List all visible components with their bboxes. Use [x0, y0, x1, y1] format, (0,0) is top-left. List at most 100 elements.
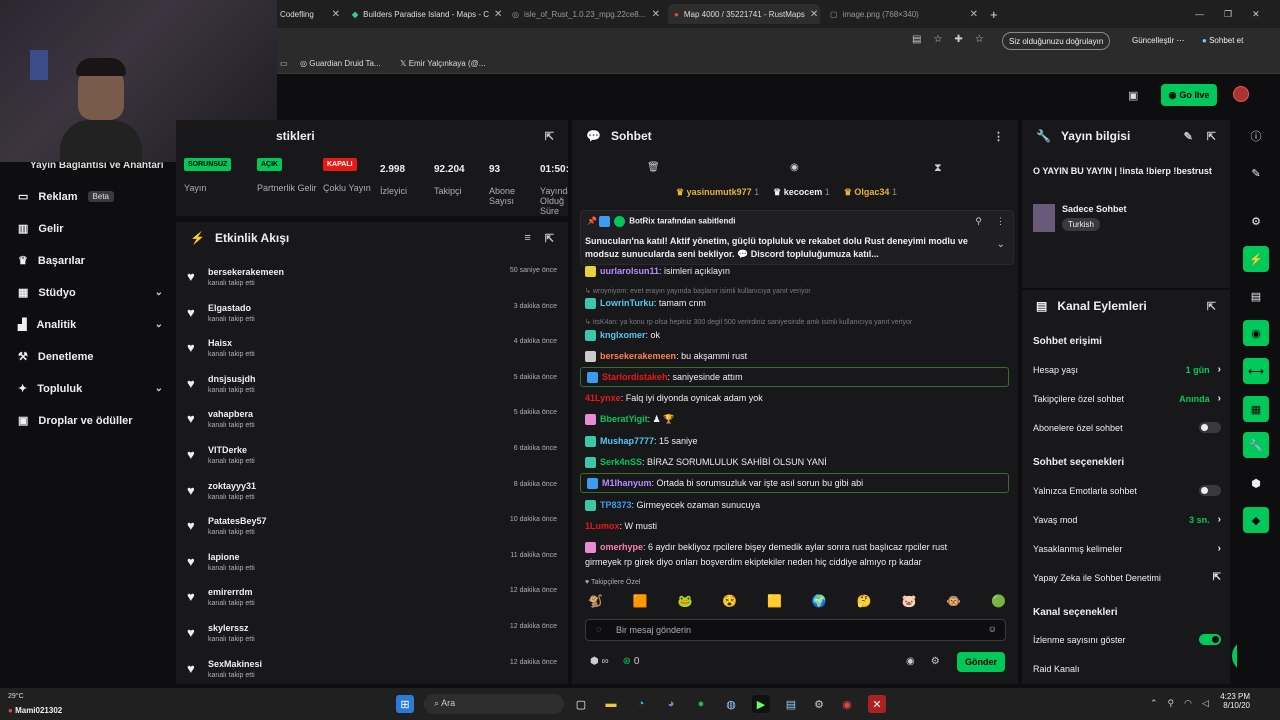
sidebar-item-ads[interactable]: ▭ Reklam Beta	[18, 190, 163, 203]
sidebar-item-achievements[interactable]: ♛ Başarılar	[18, 254, 163, 268]
taskbar-search[interactable]: ⌕ Ara	[424, 694, 564, 714]
setting-row[interactable]: İzlenme sayısını göster	[1033, 634, 1221, 645]
chat-message[interactable]: uurlarolsun11: isimleri açıklayın	[585, 264, 1010, 278]
setting-row[interactable]: Yasaklanmış kelimeler ›	[1033, 543, 1221, 554]
toggle-switch[interactable]	[1199, 485, 1221, 496]
hourglass-icon[interactable]: ⧗	[934, 162, 942, 175]
bookmark-item[interactable]: ◎ Guardian Druid Ta...	[300, 59, 381, 68]
obs-icon[interactable]: ◉	[838, 695, 856, 713]
chat-username[interactable]: BberatYigit	[600, 414, 648, 424]
chat-input[interactable]: ◌ Bir mesaj gönderin ☺	[585, 619, 1006, 641]
activity-item[interactable]: ♥ VITDerke kanalı takip etti 6 dakika önce	[187, 445, 559, 479]
sidebar-item-studio[interactable]: ▦ Stüdyo ⌄	[18, 286, 163, 300]
document-icon[interactable]: ▤	[1243, 283, 1269, 309]
sidebar-item-moderation[interactable]: ⚒ Denetleme	[18, 350, 163, 364]
star-icon[interactable]: ☆	[933, 34, 942, 45]
go-live-button[interactable]: ◉ Go live	[1161, 84, 1217, 106]
emote-icon[interactable]: 😵	[722, 594, 737, 608]
lightning-icon[interactable]: ⚡	[1243, 246, 1269, 272]
emote-icon[interactable]: 🟢	[991, 594, 1006, 608]
browser-tab[interactable]: ▢ image.png (768×340) ✕	[830, 4, 978, 24]
notepad-icon[interactable]: ▤	[782, 695, 800, 713]
wifi-icon[interactable]: ◠	[1184, 698, 1192, 709]
wrench-icon[interactable]: 🔧	[1243, 432, 1269, 458]
raid-icon[interactable]: ⟷	[1243, 358, 1269, 384]
channel-points[interactable]: ⊛ 0	[623, 656, 640, 667]
leader-entry[interactable]: ♛ yasinumutk977 1	[676, 187, 759, 198]
setting-row[interactable]: Hesap yaşı 1 gün ›	[1033, 364, 1221, 375]
reader-icon[interactable]: ▤	[912, 34, 921, 45]
extension-icon[interactable]: ✚	[954, 34, 962, 45]
leader-entry[interactable]: ♛ kecocem 1	[773, 187, 830, 198]
chat-username[interactable]: knglxomer	[600, 330, 646, 340]
favorites-icon[interactable]: ☆	[975, 34, 984, 45]
volume-icon[interactable]: ◁	[1202, 698, 1209, 709]
setting-row[interactable]: Takipçilere özel sohbet Anında ›	[1033, 393, 1221, 404]
sidebar-item-community[interactable]: ✦ Topluluk ⌄	[18, 382, 163, 396]
activity-item[interactable]: ♥ zoktayyy31 kanalı takip etti 8 dakika önc…	[187, 481, 559, 515]
diamond-icon[interactable]: ◆	[1243, 507, 1269, 533]
browser-tab[interactable]: ◆ Builders Paradise Island - Maps - C ✕	[352, 4, 502, 24]
more-icon[interactable]: ⋮	[996, 216, 1005, 227]
chat-message[interactable]: omerhype: 6 aydır bekliyoz rpcilere bişe…	[585, 540, 1010, 554]
activity-item[interactable]: ♥ Haisx kanalı takip etti 4 dakika önce	[187, 338, 559, 372]
toggle-switch[interactable]	[1199, 634, 1221, 645]
edit-icon[interactable]: ✎	[1184, 130, 1193, 143]
popout-icon[interactable]: ⇱	[1207, 300, 1216, 313]
chat-username[interactable]: 1Lumox	[585, 521, 620, 531]
sidebar-item-drops[interactable]: ▣ Droplar ve ödüller	[18, 414, 163, 428]
chat-message[interactable]: Mushap7777: 15 saniye	[585, 434, 1010, 448]
sidebar-item-analytics[interactable]: ▟ Analitik ⌄	[18, 318, 163, 332]
chat-username[interactable]: Serk4nSS	[600, 457, 642, 467]
verify-pill[interactable]: Siz olduğunuzu doğrulayın	[1002, 32, 1111, 50]
chat-username[interactable]: M1lhanyum	[602, 478, 652, 488]
chat-message[interactable]: Serk4nSS: BİRAZ SORUMLULUK SAHİBİ OLSUN …	[585, 455, 1010, 469]
app-icon[interactable]: ✕	[868, 695, 886, 713]
popout-icon[interactable]: ⇱	[545, 130, 554, 143]
info-icon[interactable]: ⓘ	[1243, 123, 1269, 149]
chat-username[interactable]: omerhype	[600, 542, 643, 552]
terminal-icon[interactable]: ▶	[752, 695, 770, 713]
chat-username[interactable]: LowrinTurku	[600, 298, 654, 308]
chat-username[interactable]: 41Lynxe	[585, 393, 621, 403]
popout-icon[interactable]: ⇱	[1207, 130, 1216, 143]
steam-icon[interactable]: ◍	[722, 695, 740, 713]
chat-message[interactable]: TP8373: Girmeyecek ozaman sunucuya	[585, 498, 1010, 512]
weather-widget[interactable]: 29°C	[8, 693, 24, 700]
chat-tab-icon[interactable]: ◉	[790, 162, 799, 173]
panel-icon[interactable]: ▦	[1243, 396, 1269, 422]
chat-username[interactable]: bersekerakemeen	[600, 351, 676, 361]
chat-message[interactable]: 41Lynxe: Falq iyi diyonda oynicak adam y…	[585, 391, 1010, 405]
emote-icon[interactable]: 🤔	[857, 594, 872, 608]
new-tab-button[interactable]: +	[990, 4, 1002, 24]
chat-username[interactable]: uurlarolsun11	[600, 266, 659, 276]
chat-message[interactable]: M1lhanyum: Ortada bi sorumsuzluk var işt…	[580, 473, 1009, 493]
task-view-icon[interactable]: ▢	[572, 695, 590, 713]
clock[interactable]: 4:23 PM 8/10/20	[1210, 692, 1250, 710]
emote-icon[interactable]: 🐵	[946, 594, 961, 608]
browser-tab[interactable]: Codefling ✕	[280, 4, 340, 24]
file-explorer-icon[interactable]: ▬	[602, 695, 620, 713]
leader-entry[interactable]: ♛ Olgac34 1	[844, 187, 897, 198]
copilot-chat-button[interactable]: ● Sohbet et	[1202, 36, 1243, 45]
chat-settings-icon[interactable]: ◉	[906, 656, 915, 667]
setting-row[interactable]: Yavaş mod 3 sn. ›	[1033, 514, 1221, 525]
share-icon[interactable]: ⬢	[1243, 470, 1269, 496]
chat-message[interactable]: LowrinTurku: tamam cnm	[585, 296, 1010, 310]
activity-item[interactable]: ♥ lapione kanalı takip etti 11 dakika önce	[187, 552, 559, 586]
chat-message[interactable]: BberatYigit: ♟ 🏆	[585, 412, 1010, 426]
setting-row[interactable]: Abonelere özel sohbet	[1033, 422, 1221, 433]
settings-app-icon[interactable]: ⚙	[810, 695, 828, 713]
activity-item[interactable]: ♥ dnsjsusjdh kanalı takip etti 5 dakika önc…	[187, 374, 559, 408]
chevron-up-icon[interactable]: ⌃	[1150, 698, 1158, 709]
chat-action-icon[interactable]: ◉	[1243, 320, 1269, 346]
avatar[interactable]	[1233, 86, 1249, 102]
toggle-switch[interactable]	[1199, 422, 1221, 433]
close-icon[interactable]: ✕	[970, 9, 978, 20]
usb-icon[interactable]: ⚲	[1168, 698, 1175, 709]
chat-message[interactable]: 1Lumox: W musti	[585, 519, 1010, 533]
sidebar-item-revenue[interactable]: ▥ Gelir	[18, 222, 163, 236]
popout-icon[interactable]: ⇱	[545, 232, 554, 245]
trash-icon[interactable]: 🗑	[647, 162, 660, 173]
activity-item[interactable]: ♥ emirerrdm kanalı takip etti 12 dakika önc…	[187, 587, 559, 621]
